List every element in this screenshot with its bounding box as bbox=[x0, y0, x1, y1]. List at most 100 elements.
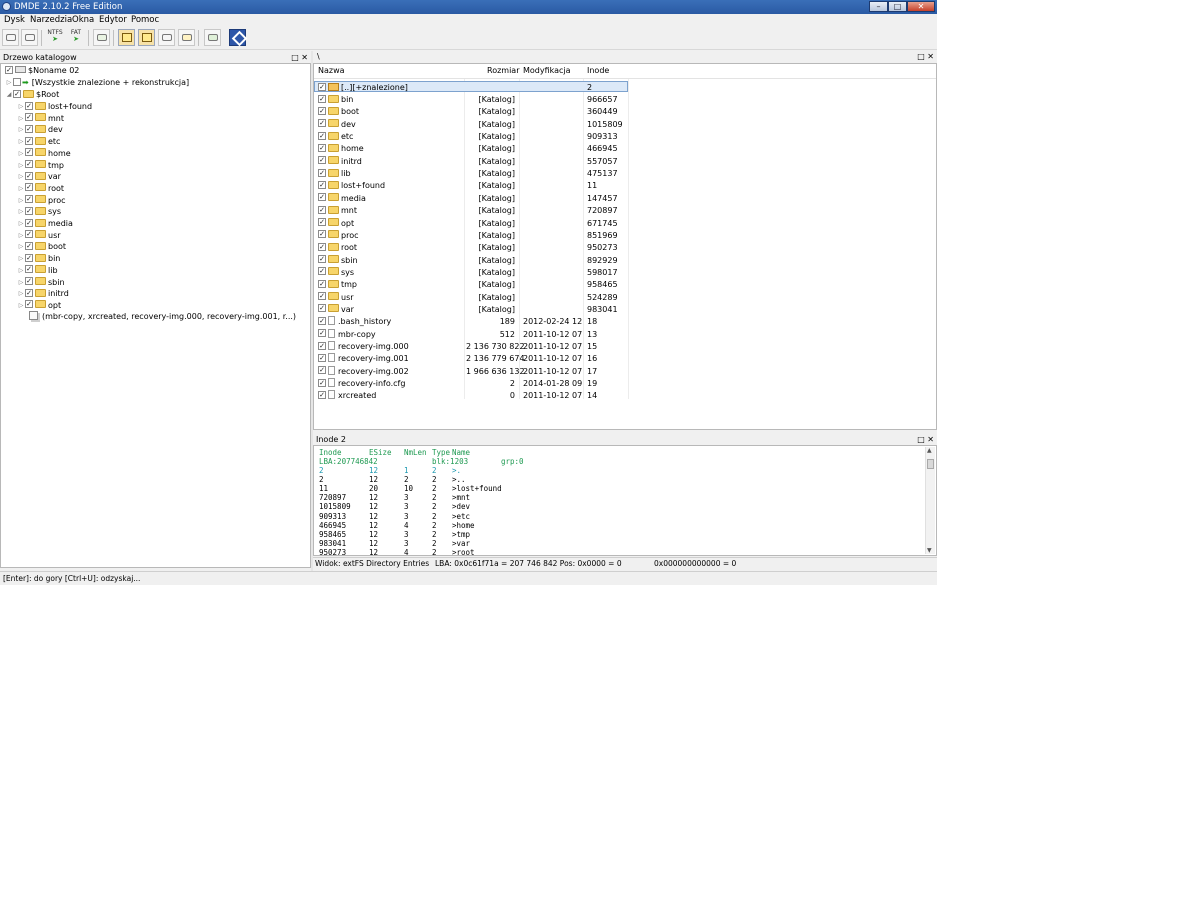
list-row[interactable]: ✓xrcreated02011-10-12 07:...14 bbox=[314, 390, 936, 402]
tree-item-folder[interactable]: ▷ ✓ lost+found bbox=[17, 101, 92, 113]
checkbox[interactable]: ✓ bbox=[318, 205, 326, 214]
tree-item-files[interactable]: (mbr-copy, xrcreated, recovery-img.000, … bbox=[29, 311, 296, 323]
scroll-up-icon[interactable]: ▲ bbox=[927, 447, 932, 454]
list-panel-buttons[interactable]: □ ✕ bbox=[917, 51, 934, 63]
checkbox[interactable]: ✓ bbox=[25, 277, 33, 285]
tree-item-folder[interactable]: ▷ ✓ mnt bbox=[17, 113, 64, 125]
list-row[interactable]: ✓recovery-info.cfg22014-01-28 09:...19 bbox=[314, 378, 936, 390]
list-row[interactable]: ✓.bash_history1892012-02-24 12:...18 bbox=[314, 316, 936, 328]
checkbox[interactable]: ✓ bbox=[318, 106, 326, 115]
checkbox[interactable]: ✓ bbox=[25, 136, 33, 145]
list-row[interactable]: ✓ var [Katalog] 983041 bbox=[314, 304, 936, 316]
checkbox[interactable]: ✓ bbox=[318, 82, 326, 91]
list-row[interactable]: ✓ root [Katalog] 950273 bbox=[314, 242, 936, 254]
expand-icon[interactable]: ▷ bbox=[17, 195, 25, 207]
ntfs-button[interactable]: NTFS ➤ bbox=[46, 29, 64, 46]
list-row[interactable]: ✓ usr [Katalog] 524289 bbox=[314, 292, 936, 304]
list-row[interactable]: ✓ initrd [Katalog] 557057 bbox=[314, 156, 936, 168]
tree-item-folder[interactable]: ▷ ✓ sbin bbox=[17, 277, 65, 289]
expand-icon[interactable]: ▷ bbox=[17, 277, 25, 289]
list-row-parent[interactable]: ✓ [..][+znalezione] 2 bbox=[314, 81, 936, 94]
checkbox[interactable]: ✓ bbox=[318, 94, 326, 103]
maximize-button[interactable]: □ bbox=[888, 1, 907, 12]
tree-panel-buttons[interactable]: □ ✕ bbox=[291, 52, 308, 63]
scroll-thumb[interactable] bbox=[927, 459, 934, 469]
checkbox[interactable]: ✓ bbox=[25, 183, 33, 192]
expand-icon[interactable]: ▷ bbox=[17, 148, 25, 160]
checkbox[interactable]: ✓ bbox=[25, 230, 33, 239]
list-row[interactable]: ✓ lib [Katalog] 475137 bbox=[314, 168, 936, 180]
new-window-button[interactable] bbox=[93, 29, 110, 46]
checkbox[interactable]: ✓ bbox=[5, 65, 13, 74]
checkbox[interactable] bbox=[13, 77, 21, 86]
expand-icon[interactable]: ▷ bbox=[17, 124, 25, 136]
expand-icon[interactable]: ▷ bbox=[17, 288, 25, 300]
tree-item-folder[interactable]: ▷ ✓ sys bbox=[17, 206, 61, 218]
expand-icon[interactable]: ▷ bbox=[17, 171, 25, 183]
dmde-logo-button[interactable] bbox=[229, 29, 248, 47]
view-mode-label[interactable]: Widok: extFS Directory Entries bbox=[315, 558, 429, 570]
list-row[interactable]: ✓ dev [Katalog] 1015809 bbox=[314, 119, 936, 131]
checkbox[interactable]: ✓ bbox=[318, 378, 326, 387]
checkbox[interactable]: ✓ bbox=[318, 218, 326, 226]
checkbox[interactable]: ✓ bbox=[318, 156, 326, 165]
list-row[interactable]: ✓ sys [Katalog] 598017 bbox=[314, 267, 936, 279]
list-row[interactable]: ✓ tmp [Katalog] 958465 bbox=[314, 279, 936, 291]
checkbox[interactable]: ✓ bbox=[25, 113, 33, 122]
checkbox[interactable]: ✓ bbox=[318, 341, 326, 350]
expand-icon[interactable]: ▷ bbox=[17, 160, 25, 172]
tree-view-button[interactable] bbox=[118, 29, 135, 46]
tree-item-folder[interactable]: ▷ ✓ var bbox=[17, 171, 61, 183]
expand-icon[interactable]: ▷ bbox=[17, 218, 25, 230]
tree-item-folder[interactable]: ▷ ✓ root bbox=[17, 183, 64, 195]
checkbox[interactable]: ✓ bbox=[25, 253, 33, 262]
tree-item-folder[interactable]: ▷ ✓ initrd bbox=[17, 288, 69, 300]
tree-item-folder[interactable]: ▷ ✓ tmp bbox=[17, 160, 64, 172]
tree-item-folder[interactable]: ▷ ✓ home bbox=[17, 148, 71, 160]
details-view-button[interactable] bbox=[158, 29, 175, 46]
minimize-button[interactable]: – bbox=[869, 1, 888, 12]
list-row[interactable]: ✓ recovery-img.001 2 136 779 674 2011-10-12… bbox=[314, 353, 936, 365]
list-row[interactable]: ✓ lost+found [Katalog] 11 bbox=[314, 180, 936, 192]
checkbox[interactable]: ✓ bbox=[25, 160, 33, 168]
checkbox[interactable]: ✓ bbox=[318, 390, 326, 399]
fat-button[interactable]: FAT ➤ bbox=[67, 29, 85, 46]
checkbox[interactable]: ✓ bbox=[25, 218, 33, 227]
checkbox[interactable]: ✓ bbox=[318, 180, 326, 189]
expand-icon[interactable]: ▷ bbox=[17, 183, 25, 195]
checkbox[interactable]: ✓ bbox=[318, 304, 326, 313]
menu-narzedzia[interactable]: Narzedzia bbox=[30, 15, 72, 26]
checkbox[interactable]: ✓ bbox=[318, 168, 326, 177]
checkbox[interactable]: ✓ bbox=[25, 171, 33, 180]
list-view-button[interactable] bbox=[138, 29, 155, 46]
scroll-down-icon[interactable]: ▼ bbox=[927, 547, 932, 554]
checkbox[interactable]: ✓ bbox=[25, 148, 33, 157]
search-view-button[interactable] bbox=[178, 29, 195, 46]
inode-scrollbar[interactable]: ▲ ▼ bbox=[925, 447, 935, 554]
tree-item-folder[interactable]: ▷ ✓ dev bbox=[17, 124, 63, 136]
tree-item-all-found[interactable]: ▷ ➡ [Wszystkie znalezione + rekonstrukcja] bbox=[5, 77, 189, 89]
collapse-icon[interactable]: ◢ bbox=[5, 89, 13, 101]
checkbox[interactable]: ✓ bbox=[318, 279, 326, 288]
expand-icon[interactable]: ▷ bbox=[17, 230, 25, 242]
checkbox[interactable]: ✓ bbox=[318, 329, 326, 338]
checkbox[interactable]: ✓ bbox=[318, 353, 326, 362]
checkbox[interactable]: ✓ bbox=[25, 241, 33, 250]
checkbox[interactable]: ✓ bbox=[25, 195, 33, 204]
tree-item-root[interactable]: ◢ ✓ $Root bbox=[5, 89, 59, 101]
checkbox[interactable]: ✓ bbox=[318, 143, 326, 152]
column-inode[interactable]: Inode bbox=[587, 64, 609, 78]
checkbox[interactable]: ✓ bbox=[25, 265, 33, 274]
checkbox[interactable]: ✓ bbox=[318, 316, 326, 325]
list-row[interactable]: ✓ recovery-img.002 1 966 636 132 2011-10-12… bbox=[314, 365, 936, 378]
tree-item-folder[interactable]: ▷ ✓ etc bbox=[17, 136, 60, 148]
list-row[interactable]: ✓ home [Katalog] 466945 bbox=[314, 143, 936, 155]
close-button[interactable]: ✕ bbox=[907, 1, 935, 12]
expand-icon[interactable]: ▷ bbox=[17, 136, 25, 148]
expand-icon[interactable]: ▷ bbox=[17, 265, 25, 277]
checkbox[interactable]: ✓ bbox=[318, 119, 326, 128]
list-row[interactable]: ✓ recovery-img.000 2 136 730 822 2011-10-12… bbox=[314, 341, 936, 353]
tree-item-folder[interactable]: ▷ ✓ proc bbox=[17, 195, 65, 207]
checkbox[interactable]: ✓ bbox=[318, 131, 326, 140]
menu-okna[interactable]: Okna bbox=[72, 15, 94, 26]
